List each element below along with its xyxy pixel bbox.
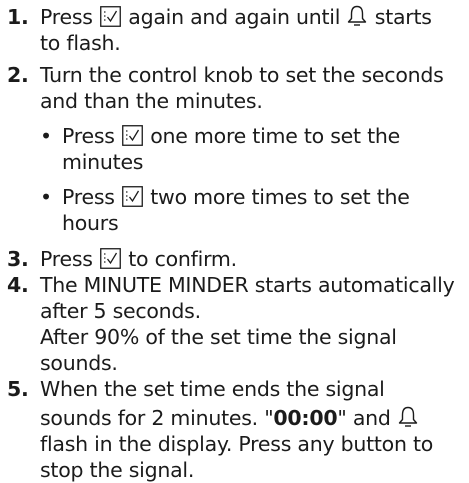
display-value: 00:00 (273, 406, 338, 430)
step-2-bullet-1: • Press one more time to set the minutes (0, 123, 469, 175)
step-text: Press (40, 5, 93, 29)
step-4: 4. The MINUTE MINDER starts automaticall… (0, 272, 469, 376)
step-text-line: The MINUTE MINDER starts automatically (40, 273, 455, 297)
bullet-text-line: hours (62, 211, 119, 235)
step-text-line: and than the minutes. (40, 89, 263, 113)
confirm-checkbox-icon (122, 186, 143, 207)
step-text: again and again until (128, 5, 341, 29)
step-text-line: When the set time ends the signal (40, 377, 385, 401)
step-1: 1. Press again and again until starts to… (0, 4, 469, 56)
step-text: " and (337, 406, 391, 430)
step-text: to confirm. (128, 247, 237, 271)
step-3: 3. Press to confirm. (0, 246, 469, 272)
step-text-line: Turn the control knob to set the seconds (40, 63, 444, 87)
step-text-line: sounds for 2 minutes. "00:00" and (40, 405, 469, 431)
step-number: 2. (7, 63, 29, 87)
bullet-text: Press (62, 185, 115, 209)
bell-icon (347, 5, 367, 27)
step-text: sounds for 2 minutes. " (40, 406, 274, 430)
step-text: Press (40, 247, 93, 271)
bullet-text: two more times to set the (150, 185, 410, 209)
step-number: 5. (7, 377, 29, 401)
bullet-marker: • (40, 124, 52, 148)
step-5: 5. When the set time ends the signal sou… (0, 376, 469, 483)
confirm-checkbox-icon (100, 248, 121, 269)
bullet-text: Press (62, 124, 115, 148)
step-text-line: after 5 seconds. (40, 299, 201, 323)
bullet-marker: • (40, 185, 52, 209)
step-text-line: stop the signal. (40, 458, 195, 482)
step-2-bullet-2: • Press two more times to set the hours (0, 184, 469, 236)
confirm-checkbox-icon (100, 6, 121, 27)
bullet-text: one more time to set the (150, 124, 400, 148)
bell-icon (398, 406, 418, 428)
step-text-line: sounds. (40, 351, 118, 375)
step-text: starts (374, 5, 432, 29)
instruction-list: 1. Press again and again until starts to… (0, 4, 469, 483)
step-number: 3. (7, 247, 29, 271)
bullet-text-line: Press two more times to set the (62, 184, 469, 210)
bullet-text-line: Press one more time to set the (62, 123, 469, 149)
step-text-line: After 90% of the set time the signal (40, 325, 397, 349)
step-text-line: Press to confirm. (40, 246, 469, 272)
step-number: 4. (7, 273, 29, 297)
step-number: 1. (7, 5, 29, 29)
step-text-line: Press again and again until starts (40, 4, 469, 30)
confirm-checkbox-icon (122, 125, 143, 146)
step-2: 2. Turn the control knob to set the seco… (0, 62, 469, 114)
step-text-line: to flash. (40, 31, 121, 55)
step-text-line: flash in the display. Press any button t… (40, 432, 434, 456)
bullet-text-line: minutes (62, 150, 144, 174)
